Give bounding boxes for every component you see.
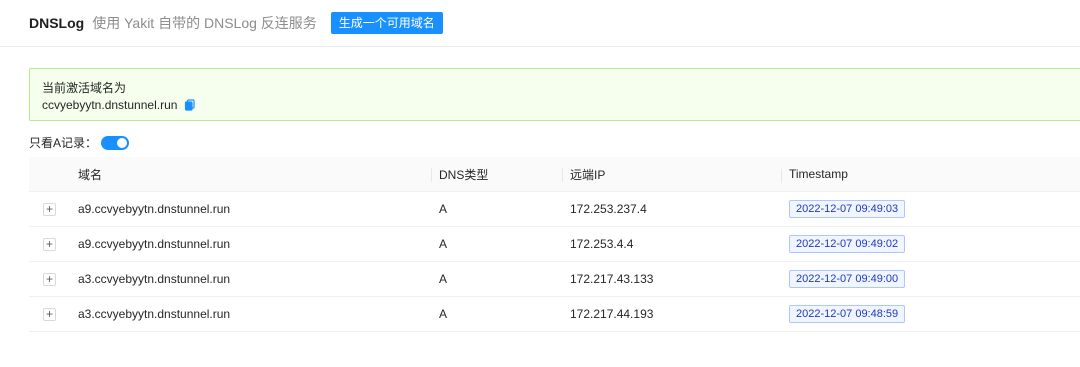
active-domain-row: ccvyebyytn.dnstunnel.run bbox=[42, 98, 196, 112]
active-domain-alert: 当前激活域名为 ccvyebyytn.dnstunnel.run bbox=[29, 68, 1080, 121]
table-row[interactable]: + a3.ccvyebyytn.dnstunnel.run A 172.217.… bbox=[29, 262, 1080, 297]
table-header: 域名 DNS类型 远端IP Timestamp bbox=[29, 157, 1080, 192]
cell-timestamp: 2022-12-07 09:48:59 bbox=[781, 305, 1080, 323]
page-subtitle: 使用 Yakit 自带的 DNSLog 反连服务 bbox=[92, 15, 317, 31]
cell-dns-type: A bbox=[439, 237, 448, 251]
table-row[interactable]: + a9.ccvyebyytn.dnstunnel.run A 172.253.… bbox=[29, 192, 1080, 227]
cell-remote-ip: 172.253.4.4 bbox=[570, 237, 634, 251]
generate-domain-button[interactable]: 生成一个可用域名 bbox=[330, 12, 443, 34]
timestamp-tag: 2022-12-07 09:49:02 bbox=[789, 235, 906, 253]
dnslog-table: 域名 DNS类型 远端IP Timestamp + a9.ccvyebyytn.… bbox=[29, 157, 1080, 332]
timestamp-tag: 2022-12-07 09:48:59 bbox=[789, 305, 906, 323]
cell-dns-type: A bbox=[439, 272, 448, 286]
plus-square-icon[interactable]: + bbox=[43, 237, 56, 251]
cell-dns-type: A bbox=[439, 202, 448, 216]
a-record-filter-label: 只看A记录： bbox=[29, 136, 98, 150]
active-domain-value: ccvyebyytn.dnstunnel.run bbox=[42, 98, 178, 112]
table-row[interactable]: + a3.ccvyebyytn.dnstunnel.run A 172.217.… bbox=[29, 297, 1080, 332]
cell-dns-type: A bbox=[439, 307, 448, 321]
cell-timestamp: 2022-12-07 09:49:02 bbox=[781, 235, 1080, 253]
plus-square-icon[interactable]: + bbox=[43, 272, 56, 286]
active-domain-label: 当前激活域名为 bbox=[42, 81, 127, 95]
cell-remote-ip: 172.217.43.133 bbox=[570, 272, 654, 286]
plus-square-icon[interactable]: + bbox=[43, 202, 56, 216]
a-record-toggle[interactable] bbox=[101, 135, 130, 150]
plus-square-icon[interactable]: + bbox=[43, 307, 56, 321]
page-header: DNSLog 使用 Yakit 自带的 DNSLog 反连服务 生成一个可用域名 bbox=[0, 0, 1080, 47]
page-title: DNSLog bbox=[29, 15, 85, 31]
cell-timestamp: 2022-12-07 09:49:00 bbox=[781, 270, 1080, 288]
cell-domain: a9.ccvyebyytn.dnstunnel.run bbox=[78, 237, 231, 251]
copy-icon[interactable] bbox=[184, 99, 196, 111]
dnslog-page: DNSLog 使用 Yakit 自带的 DNSLog 反连服务 生成一个可用域名… bbox=[0, 0, 1080, 367]
expand-cell: + bbox=[29, 272, 70, 286]
cell-domain: a3.ccvyebyytn.dnstunnel.run bbox=[78, 307, 231, 321]
expand-cell: + bbox=[29, 237, 70, 251]
column-header-domain[interactable]: 域名 bbox=[70, 166, 431, 183]
toggle-knob bbox=[117, 137, 128, 148]
table-row[interactable]: + a9.ccvyebyytn.dnstunnel.run A 172.253.… bbox=[29, 227, 1080, 262]
expand-cell: + bbox=[29, 307, 70, 321]
cell-remote-ip: 172.253.237.4 bbox=[570, 202, 647, 216]
column-header-remote-ip[interactable]: 远端IP bbox=[562, 166, 781, 183]
column-header-dns-type[interactable]: DNS类型 bbox=[431, 166, 562, 183]
cell-domain: a3.ccvyebyytn.dnstunnel.run bbox=[78, 272, 231, 286]
cell-timestamp: 2022-12-07 09:49:03 bbox=[781, 200, 1080, 218]
timestamp-tag: 2022-12-07 09:49:00 bbox=[789, 270, 906, 288]
expand-cell: + bbox=[29, 202, 70, 216]
a-record-filter: 只看A记录： bbox=[29, 134, 130, 151]
column-header-timestamp[interactable]: Timestamp bbox=[781, 167, 1080, 183]
cell-remote-ip: 172.217.44.193 bbox=[570, 307, 654, 321]
cell-domain: a9.ccvyebyytn.dnstunnel.run bbox=[78, 202, 231, 216]
timestamp-tag: 2022-12-07 09:49:03 bbox=[789, 200, 906, 218]
